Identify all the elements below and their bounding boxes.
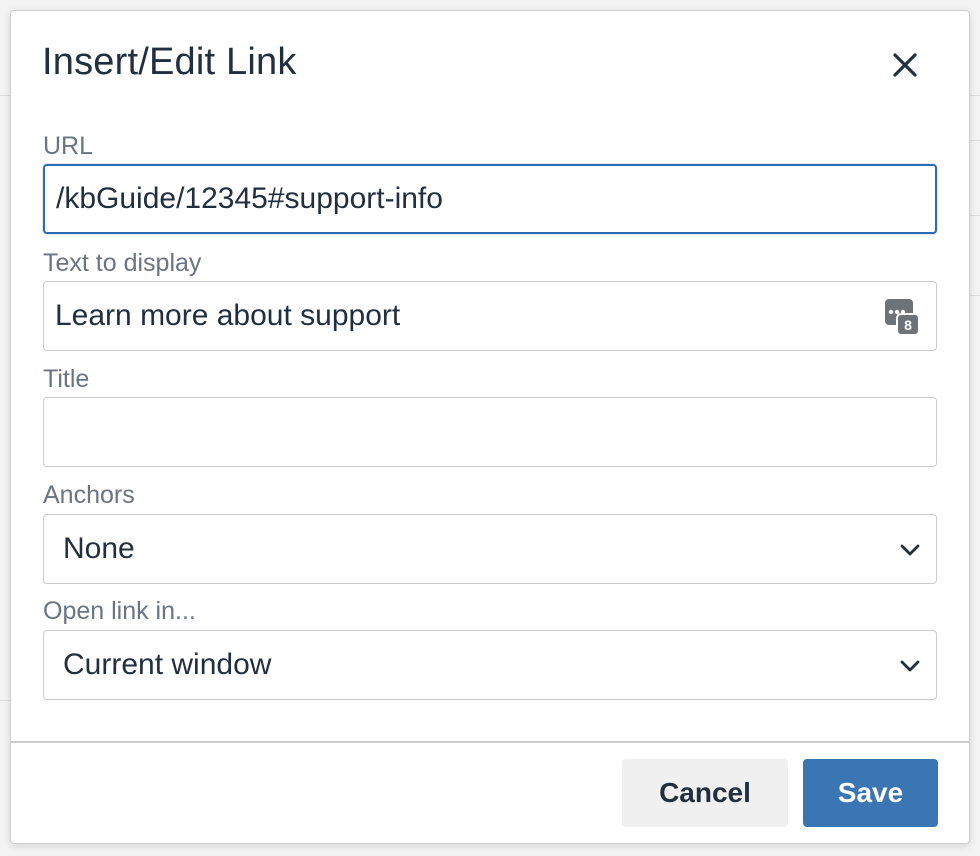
open-link-in-selected-value: Current window (63, 648, 272, 681)
anchors-select[interactable]: None (43, 514, 937, 584)
url-value: /kbGuide/12345#support-info (56, 182, 443, 215)
background-divider (0, 95, 10, 96)
title-label: Title (43, 365, 90, 393)
insert-edit-link-dialog: Insert/Edit Link URL /kbGuide/12345#supp… (10, 10, 970, 844)
background-divider (0, 700, 10, 701)
save-button[interactable]: Save (803, 759, 938, 827)
dialog-title: Insert/Edit Link (42, 41, 297, 83)
open-link-in-select[interactable]: Current window (43, 630, 937, 700)
title-input[interactable] (43, 397, 937, 467)
chevron-down-icon (900, 660, 920, 672)
anchors-selected-value: None (63, 532, 135, 565)
background-divider (970, 295, 980, 296)
open-link-in-label: Open link in... (43, 597, 196, 625)
close-icon (893, 53, 917, 77)
password-manager-count: 8 (904, 317, 912, 333)
anchors-label: Anchors (43, 481, 135, 509)
password-manager-icon[interactable]: 8 (885, 299, 919, 335)
background-divider (970, 215, 980, 216)
url-input[interactable]: /kbGuide/12345#support-info (43, 164, 937, 234)
text-to-display-value: Learn more about support (55, 299, 401, 332)
background-divider (970, 140, 980, 141)
url-label: URL (43, 132, 94, 160)
cancel-button[interactable]: Cancel (622, 759, 788, 827)
background-divider (970, 95, 980, 96)
close-button[interactable] (883, 43, 927, 87)
footer-divider (11, 741, 969, 743)
text-to-display-input[interactable]: Learn more about support 8 (43, 281, 937, 351)
chevron-down-icon (900, 544, 920, 556)
text-to-display-label: Text to display (43, 249, 202, 277)
